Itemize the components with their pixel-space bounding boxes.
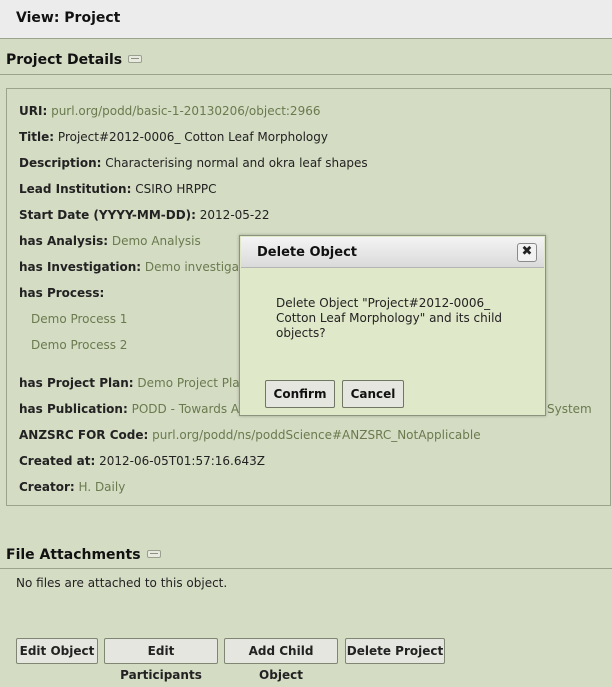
created-at-row: Created at: 2012-06-05T01:57:16.643Z — [19, 454, 265, 468]
section-divider — [0, 74, 612, 75]
creator-row: Creator: H. Daily — [19, 480, 125, 494]
delete-object-dialog: Delete Object ✖ Delete Object "Project#2… — [239, 235, 546, 416]
lead-institution-row: Lead Institution: CSIRO HRPPC — [19, 182, 217, 196]
process-item: Demo Process 2 — [31, 338, 127, 352]
creator-label: Creator: — [19, 480, 75, 494]
has-investigation-label: has Investigation: — [19, 260, 142, 274]
edit-participants-button[interactable]: Edit Participants — [104, 638, 218, 682]
cancel-button[interactable]: Cancel — [342, 380, 404, 408]
process-link-1[interactable]: Demo Process 1 — [31, 312, 127, 326]
has-process-row: has Process: — [19, 286, 104, 300]
created-at-label: Created at: — [19, 454, 96, 468]
description-label: Description: — [19, 156, 102, 170]
has-project-plan-row: has Project Plan: Demo Project Plan — [19, 376, 247, 390]
uri-link[interactable]: purl.org/podd/basic-1-20130206/object:29… — [51, 104, 320, 118]
dialog-title: Delete Object — [257, 245, 357, 260]
section-divider — [0, 568, 612, 569]
collapse-icon[interactable] — [146, 550, 161, 558]
has-project-plan-label: has Project Plan: — [19, 376, 134, 390]
project-details-heading: Project Details — [6, 52, 143, 68]
collapse-icon[interactable] — [128, 55, 143, 63]
uri-label: URI: — [19, 104, 48, 118]
has-publication-link-tail[interactable]: System — [547, 402, 592, 416]
lead-institution-value: CSIRO HRPPC — [135, 182, 217, 196]
anzsrc-row: ANZSRC FOR Code: purl.org/podd/ns/poddSc… — [19, 428, 481, 442]
page-title: View: Project — [16, 10, 121, 26]
has-publication-label: has Publication: — [19, 402, 128, 416]
file-attachments-title: File Attachments — [6, 547, 141, 563]
description-value: Characterising normal and okra leaf shap… — [105, 156, 368, 170]
confirm-button[interactable]: Confirm — [265, 380, 335, 408]
title-row: Title: Project#2012-0006_ Cotton Leaf Mo… — [19, 130, 328, 144]
add-child-object-button[interactable]: Add Child Object — [224, 638, 338, 682]
has-analysis-label: has Analysis: — [19, 234, 109, 248]
process-item: Demo Process 1 — [31, 312, 127, 326]
has-publication-tail: System — [547, 402, 592, 416]
has-analysis-row: has Analysis: Demo Analysis — [19, 234, 201, 248]
delete-project-button[interactable]: Delete Project — [345, 638, 445, 664]
has-process-label: has Process: — [19, 286, 105, 300]
project-details-title: Project Details — [6, 52, 123, 68]
page-header: View: Project — [0, 0, 612, 39]
lead-institution-label: Lead Institution: — [19, 182, 132, 196]
uri-row: URI: purl.org/podd/basic-1-20130206/obje… — [19, 104, 320, 118]
has-investigation-row: has Investigation: Demo investigation — [19, 260, 262, 274]
description-row: Description: Characterising normal and o… — [19, 156, 368, 170]
dialog-message: Delete Object "Project#2012-0006_ Cotton… — [276, 296, 503, 340]
has-publication-row: has Publication: PODD - Towards An Ex — [19, 402, 265, 416]
has-analysis-link[interactable]: Demo Analysis — [112, 234, 201, 248]
start-date-row: Start Date (YYYY-MM-DD): 2012-05-22 — [19, 208, 270, 222]
anzsrc-label: ANZSRC FOR Code: — [19, 428, 149, 442]
created-at-value: 2012-06-05T01:57:16.643Z — [99, 454, 265, 468]
file-attachments-heading: File Attachments — [6, 547, 161, 563]
close-icon[interactable]: ✖ — [517, 243, 537, 262]
creator-link[interactable]: H. Daily — [79, 480, 126, 494]
title-value: Project#2012-0006_ Cotton Leaf Morpholog… — [57, 130, 328, 144]
anzsrc-link[interactable]: purl.org/podd/ns/poddScience#ANZSRC_NotA… — [152, 428, 481, 442]
has-project-plan-link[interactable]: Demo Project Plan — [137, 376, 247, 390]
process-link-2[interactable]: Demo Process 2 — [31, 338, 127, 352]
edit-object-button[interactable]: Edit Object — [16, 638, 98, 664]
start-date-value: 2012-05-22 — [199, 208, 270, 222]
no-files-message: No files are attached to this object. — [16, 576, 228, 590]
title-label: Title: — [19, 130, 55, 144]
start-date-label: Start Date (YYYY-MM-DD): — [19, 208, 196, 222]
dialog-titlebar[interactable]: Delete Object ✖ — [241, 237, 544, 268]
